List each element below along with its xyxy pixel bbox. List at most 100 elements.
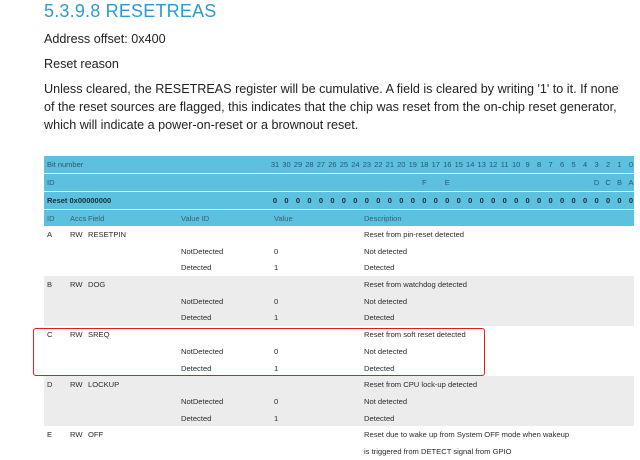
col-value: Value [274,214,293,223]
bit-cell: 10 [511,160,521,169]
bit-cell: 0 [272,196,278,205]
description-line: Unless cleared, the RESETREAS register w… [44,82,619,96]
cell-acc: RW [70,280,83,290]
bit-cell: 6 [560,160,565,169]
bit-cell: 0 [560,196,565,205]
bit-cell: 0 [548,196,553,205]
bit-cell: 27 [316,160,326,169]
bit-cell: 1 [617,160,622,169]
bit-cell: 0 [582,196,588,205]
bit-cell: 24 [351,160,360,169]
bit-cell: 0 [514,196,519,205]
table-row: Detected 1 Detected [44,409,634,427]
bit-cell: 4 [582,160,588,169]
bit-cell: 14 [466,160,475,169]
bit-cell: C [605,178,611,187]
bit-cell: D [593,178,600,187]
register-table: Bit number 31 30 29 28 27 26 25 24 23 22 21 20 19 18 1… [44,156,634,460]
cell-value: 1 [274,313,279,323]
bit-cell: 0 [594,196,599,205]
cell-value-id: Detected [181,313,212,323]
cell-value-id: NotDetected [181,296,224,306]
table-row: D RW LOCKUP Reset from CPU lock-up detected [44,376,634,393]
bit-cell: 0 [376,196,381,205]
bit-cell: 30 [282,160,291,169]
id-row: ID F E DCBA [44,174,634,191]
bit-number-label: Bit number [47,160,84,169]
bit-cell: 0 [341,196,346,205]
cell-description: is triggered from DETECT signal from GPI… [364,446,512,456]
bit-cell: 0 [353,196,358,205]
col-access: Accs [70,214,87,223]
bit-cell: 0 [387,196,392,205]
bit-cell: 8 [537,160,542,169]
column-header-row: ID Accs Field Value ID Value Description [44,210,634,226]
bit-cell: 15 [454,160,463,169]
bit-cell: 9 [525,160,530,169]
bit-cell: 25 [339,160,349,169]
bit-cell: A [628,178,634,187]
cell-value: 0 [274,296,279,306]
cell-description: Not detected [364,246,408,256]
cell-id: D [47,380,53,390]
bit-cell: 22 [374,160,383,169]
bit-cell: 0 [295,196,301,205]
bit-cell: 0 [491,196,496,205]
bit-cell: 0 [525,196,530,205]
table-row: NotDetected 0 Not detected [44,392,634,410]
cell-id: E [47,430,53,440]
bit-cell: 0 [410,196,415,205]
cell-description: Reset due to wake up from System OFF mod… [364,430,570,440]
cell-field: LOCKUP [88,380,120,390]
bit-cell: 21 [385,160,394,169]
col-value-id: Value ID [181,214,210,223]
bit-cell: 0 [318,196,324,205]
bit-cell: 0 [364,196,369,205]
description-line: of the reset sources are flagged, this i… [44,100,617,114]
section-title: 5.3.9.8 RESETREAS [44,1,217,21]
bit-cell: 17 [431,160,440,169]
table-row: A RW RESETPIN Reset from pin-reset detected [44,226,634,243]
register-description: Unless cleared, the RESETREAS register w… [44,80,624,134]
bit-cell: 11 [500,160,509,169]
cell-description: Not detected [364,296,408,306]
description-line: which will indicate a power-on-reset or … [44,118,359,132]
cell-id: B [47,280,53,290]
cell-value: 1 [274,413,279,423]
bit-number-row: Bit number 31 30 29 28 27 26 25 24 23 22 21 20 19 18 1… [44,156,634,173]
table-row: Detected 1 Detected [44,259,634,276]
bit-cell: B [617,178,623,187]
cell-description: Reset from CPU lock-up detected [364,380,478,390]
bit-cell: 20 [397,160,406,169]
bit-cell: 19 [408,160,417,169]
bit-numbers: 31 30 29 28 27 26 25 24 23 22 21 20 19 18 17 16 15 14 13 12… [270,160,634,170]
cell-description: Detected [364,313,395,323]
table-row: E RW OFF Reset due to wake up from System O… [44,426,634,443]
bit-cell: 16 [443,160,452,169]
col-field: Field [88,214,105,223]
bit-cell: 0 [605,196,611,205]
cell-value: 0 [274,246,279,256]
bit-cell: 13 [477,160,486,169]
cell-value-id: NotDetected [181,396,224,406]
bit-cell: 0 [537,196,542,205]
cell-value: 1 [274,263,279,273]
bit-cell: 0 [284,196,289,205]
table-row: NotDetected 0 Not detected [44,243,634,260]
register-heading: Reset reason [44,57,119,71]
table-row: NotDetected 0 Not detected [44,292,634,310]
reset-row: Reset 0x00000000 00000000000000000000000… [44,192,634,209]
cell-description: Detected [364,263,395,273]
cell-acc: RW [70,230,83,239]
bit-cell: 7 [548,160,553,169]
bit-cell: 31 [270,160,280,169]
cell-description: Not detected [364,396,408,406]
bit-cell: 3 [594,160,599,169]
bit-cell: 28 [305,160,314,169]
reset-values: 00000000000000000000000000000000 [272,196,634,206]
id-label: ID [47,178,55,187]
bit-cell: 0 [433,196,438,205]
cell-description: Detected [364,413,395,423]
bit-cell: 0 [399,196,404,205]
bit-cell: 0 [445,196,450,205]
